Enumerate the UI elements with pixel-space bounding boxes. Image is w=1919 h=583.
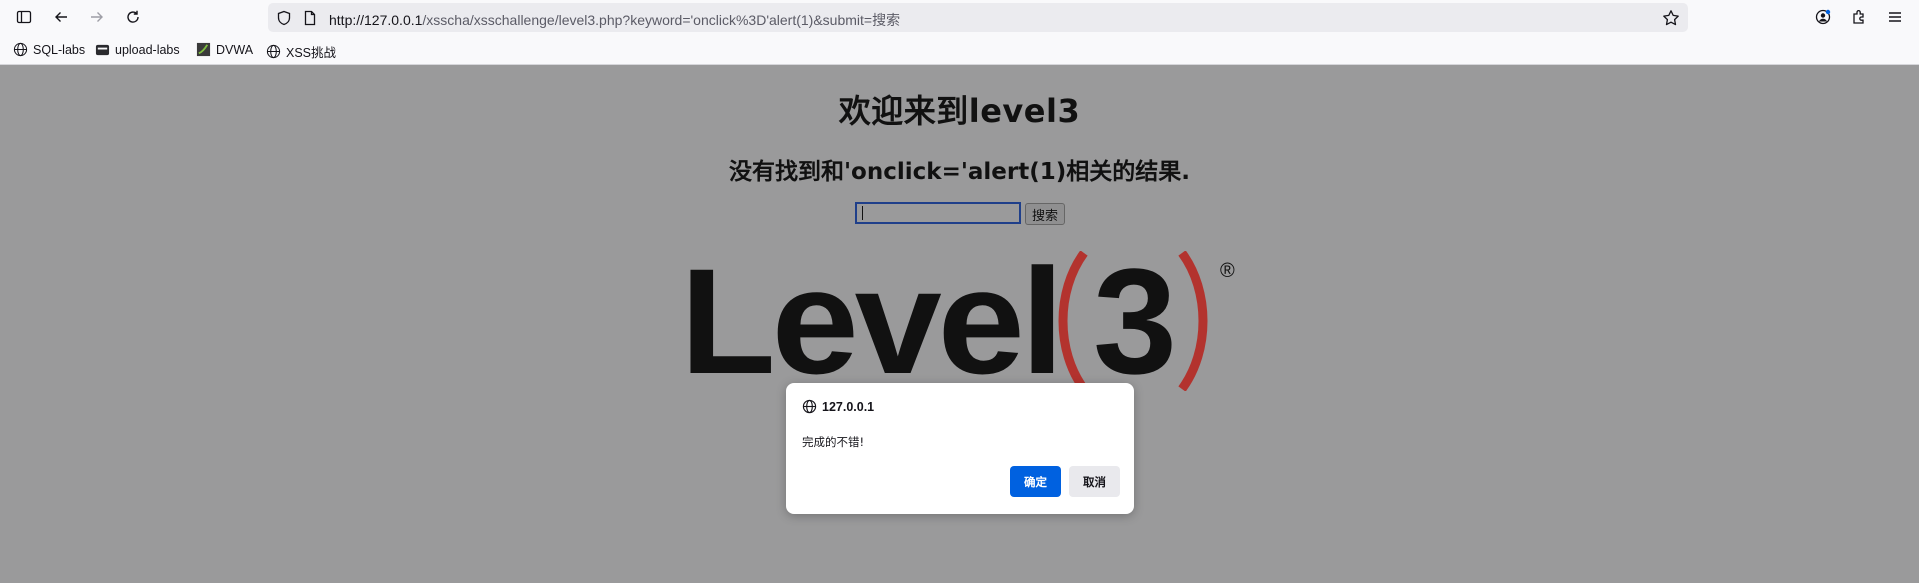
dialog-header: 127.0.0.1 [802, 399, 874, 414]
bookmark-dvwa[interactable]: DVWA [196, 42, 253, 57]
dvwa-icon [196, 42, 211, 57]
folder-icon [95, 42, 110, 57]
sidebar-toggle-icon[interactable] [13, 6, 35, 28]
forward-arrow-icon[interactable] [86, 6, 108, 28]
logo-number: 3 [1093, 251, 1177, 391]
globe-icon [266, 44, 281, 59]
page-title: 欢迎来到level3 [838, 92, 1081, 130]
shield-icon[interactable] [276, 10, 292, 26]
logo-right-paren [1178, 251, 1208, 391]
account-icon[interactable] [1812, 6, 1834, 28]
globe-icon [802, 399, 817, 414]
logo-left-paren [1058, 251, 1088, 391]
url-path: /xsscha/xsschallenge/level3.php?keyword=… [422, 12, 901, 28]
ok-button[interactable]: 确定 [1010, 466, 1061, 497]
bookmark-label: upload-labs [115, 42, 180, 57]
cancel-button[interactable]: 取消 [1069, 466, 1120, 497]
search-button[interactable]: 搜索 [1025, 203, 1065, 225]
page-icon[interactable] [302, 10, 318, 26]
bookmark-sql-labs[interactable]: SQL-labs [13, 42, 85, 57]
alert-dialog: 127.0.0.1 完成的不错! 确定 取消 [786, 383, 1134, 514]
logo-word: Level [680, 251, 1060, 391]
bookmark-label: SQL-labs [33, 42, 86, 57]
back-arrow-icon[interactable] [50, 6, 72, 28]
url-bar[interactable]: http://127.0.0.1/xsscha/xsschallenge/lev… [268, 3, 1688, 32]
extensions-icon[interactable] [1848, 6, 1870, 28]
url-text[interactable]: http://127.0.0.1/xsscha/xsschallenge/lev… [329, 10, 900, 30]
search-result-text: 没有找到和'onclick='alert(1)相关的结果. [729, 159, 1190, 185]
globe-icon [13, 42, 28, 57]
url-host: http://127.0.0.1 [329, 12, 423, 28]
bookmarks-bar: SQL-labs upload-labs DVWA XSS挑战 [0, 34, 1919, 65]
level3-logo: Level 3 ® [680, 251, 1235, 391]
bookmark-label: XSS挑战 [286, 46, 337, 60]
bookmark-xss[interactable]: XSS挑战 [266, 42, 336, 61]
dialog-origin: 127.0.0.1 [822, 399, 875, 414]
menu-icon[interactable] [1884, 6, 1906, 28]
logo-registered-mark: ® [1220, 260, 1235, 282]
search-input[interactable] [855, 202, 1021, 224]
dialog-message: 完成的不错! [802, 435, 865, 449]
bookmark-label: DVWA [216, 42, 254, 57]
reload-icon[interactable] [122, 6, 144, 28]
text-caret [862, 206, 863, 220]
bookmark-star-icon[interactable] [1662, 9, 1680, 27]
browser-toolbar: http://127.0.0.1/xsscha/xsschallenge/lev… [0, 0, 1919, 34]
bookmark-upload-labs[interactable]: upload-labs [95, 42, 180, 57]
